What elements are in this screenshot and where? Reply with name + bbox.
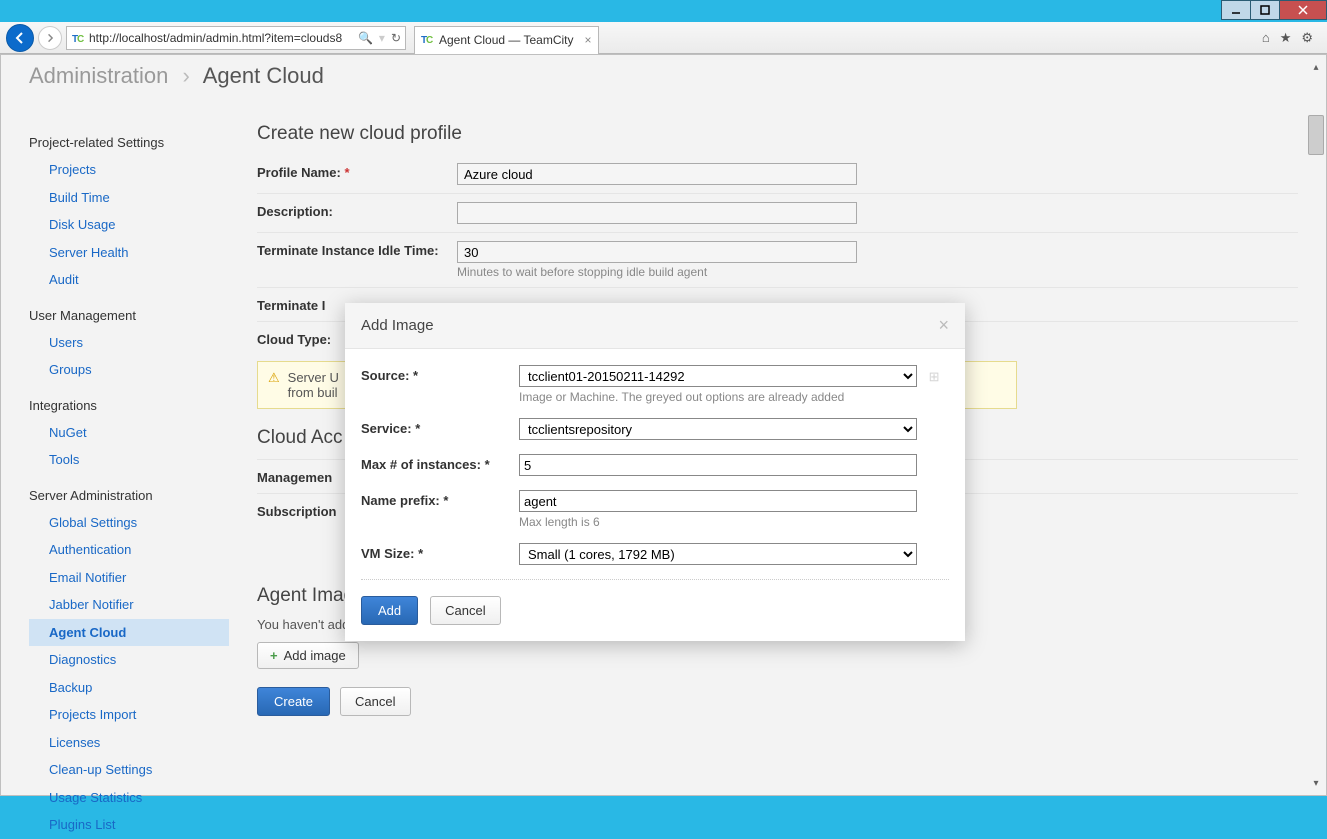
modal-add-button[interactable]: Add [361,596,418,625]
create-button[interactable]: Create [257,687,330,716]
modal-cancel-button[interactable]: Cancel [430,596,500,625]
chevron-right-icon: › [183,63,190,88]
scroll-up-icon[interactable]: ▴ [1308,59,1324,75]
sidebar-item-authentication[interactable]: Authentication [29,536,229,564]
sidebar-item-jabber-notifier[interactable]: Jabber Notifier [29,591,229,619]
sidebar: Project-related Settings Projects Build … [1,105,229,839]
description-label: Description: [257,202,457,219]
name-prefix-hint: Max length is 6 [519,515,917,529]
name-prefix-input[interactable] [519,490,917,512]
sidebar-group-title: User Management [29,308,229,323]
sidebar-item-global-settings[interactable]: Global Settings [29,509,229,537]
windows-icon: ⊞ [929,369,940,384]
warning-icon: ⚠ [268,370,280,400]
minimize-button[interactable] [1221,0,1251,20]
vm-size-select[interactable]: Small (1 cores, 1792 MB) [519,543,917,565]
tools-icon[interactable]: ⚙ [1301,30,1313,46]
sidebar-item-email-notifier[interactable]: Email Notifier [29,564,229,592]
sidebar-item-cleanup-settings[interactable]: Clean-up Settings [29,756,229,784]
modal-title: Add Image [361,317,434,334]
add-image-modal: Add Image × Source: * tcclient01-2015021… [345,303,965,641]
plus-icon: + [270,648,278,663]
favicon-icon: TC [71,31,85,45]
source-hint: Image or Machine. The greyed out options… [519,390,940,404]
search-icon[interactable]: 🔍 [358,31,373,45]
page-heading: Create new cloud profile [257,123,1298,145]
scroll-down-icon[interactable]: ▾ [1308,775,1324,791]
scrollbar-thumb[interactable] [1308,115,1324,155]
sidebar-item-users[interactable]: Users [29,329,229,357]
sidebar-item-diagnostics[interactable]: Diagnostics [29,646,229,674]
service-select[interactable]: tcclientsrepository [519,418,917,440]
home-icon[interactable]: ⌂ [1262,30,1270,46]
address-bar[interactable]: TC http://localhost/admin/admin.html?ite… [66,26,406,50]
service-label: Service: * [361,418,519,436]
sidebar-item-build-time[interactable]: Build Time [29,184,229,212]
tab-title: Agent Cloud — TeamCity [439,33,574,47]
tab-favicon-icon: TC [421,33,433,48]
sidebar-item-plugins-list[interactable]: Plugins List [29,811,229,839]
sidebar-item-server-health[interactable]: Server Health [29,239,229,267]
sidebar-group-title: Server Administration [29,488,229,503]
sidebar-item-tools[interactable]: Tools [29,446,229,474]
sidebar-item-projects[interactable]: Projects [29,156,229,184]
idle-time-label: Terminate Instance Idle Time: [257,241,457,258]
url-text: http://localhost/admin/admin.html?item=c… [89,31,354,45]
close-button[interactable] [1279,0,1327,20]
vm-size-label: VM Size: * [361,543,519,561]
sidebar-item-disk-usage[interactable]: Disk Usage [29,211,229,239]
sidebar-item-groups[interactable]: Groups [29,356,229,384]
max-instances-label: Max # of instances: * [361,454,519,472]
add-image-button[interactable]: + Add image [257,642,359,669]
description-input[interactable] [457,202,857,224]
forward-button[interactable] [38,26,62,50]
breadcrumb-current: Agent Cloud [203,63,324,88]
refresh-icon[interactable]: ↻ [391,31,401,45]
max-instances-input[interactable] [519,454,917,476]
breadcrumb: Administration › Agent Cloud [1,55,1326,105]
idle-time-hint: Minutes to wait before stopping idle bui… [457,265,857,279]
favorites-icon[interactable]: ★ [1280,30,1292,46]
tab-close-icon[interactable]: × [585,33,592,47]
sidebar-item-audit[interactable]: Audit [29,266,229,294]
breadcrumb-root[interactable]: Administration [29,63,168,88]
svg-text:C: C [77,34,84,44]
sidebar-item-agent-cloud[interactable]: Agent Cloud [29,619,229,647]
svg-text:C: C [426,35,433,45]
window-titlebar [0,0,1327,22]
sidebar-group-title: Integrations [29,398,229,413]
idle-time-input[interactable] [457,241,857,263]
sidebar-item-projects-import[interactable]: Projects Import [29,701,229,729]
cancel-button[interactable]: Cancel [340,687,410,716]
modal-close-icon[interactable]: × [938,315,949,336]
sidebar-group-title: Project-related Settings [29,135,229,150]
profile-name-label: Profile Name: * [257,163,457,180]
sidebar-item-backup[interactable]: Backup [29,674,229,702]
sidebar-item-licenses[interactable]: Licenses [29,729,229,757]
source-label: Source: * [361,365,519,383]
sidebar-item-nuget[interactable]: NuGet [29,419,229,447]
name-prefix-label: Name prefix: * [361,490,519,508]
profile-name-input[interactable] [457,163,857,185]
sidebar-item-usage-statistics[interactable]: Usage Statistics [29,784,229,812]
browser-tab[interactable]: TC Agent Cloud — TeamCity × [414,26,599,54]
browser-toolbar: TC http://localhost/admin/admin.html?ite… [0,22,1327,54]
back-button[interactable] [6,24,34,52]
source-select[interactable]: tcclient01-20150211-14292 [519,365,917,387]
maximize-button[interactable] [1250,0,1280,20]
stop-icon: ▾ [379,31,385,45]
